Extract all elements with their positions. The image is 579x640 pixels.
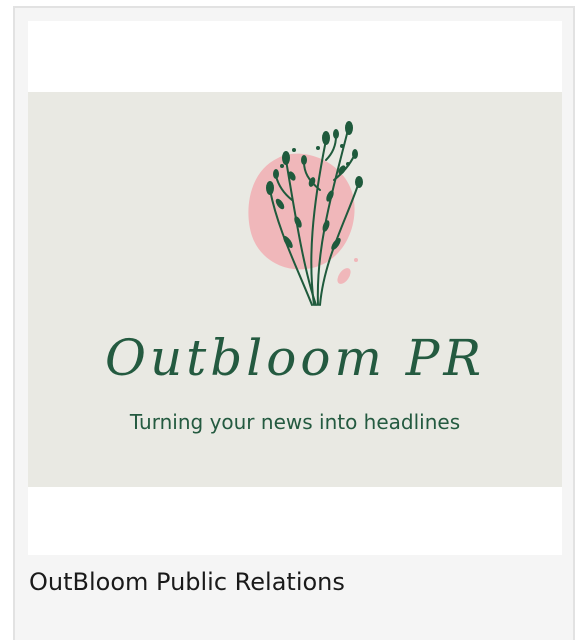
brand-tagline: Turning your news into headlines <box>129 410 461 434</box>
flower-sprig-icon <box>248 121 363 306</box>
logo-image-frame[interactable]: Outbloom PR Turning your news into headl… <box>28 21 562 555</box>
card-caption[interactable]: OutBloom Public Relations <box>29 568 345 597</box>
brand-name: Outbloom PR <box>104 329 486 387</box>
listing-card[interactable]: Outbloom PR Turning your news into headl… <box>13 6 575 640</box>
logo-image: Outbloom PR Turning your news into headl… <box>28 92 562 487</box>
